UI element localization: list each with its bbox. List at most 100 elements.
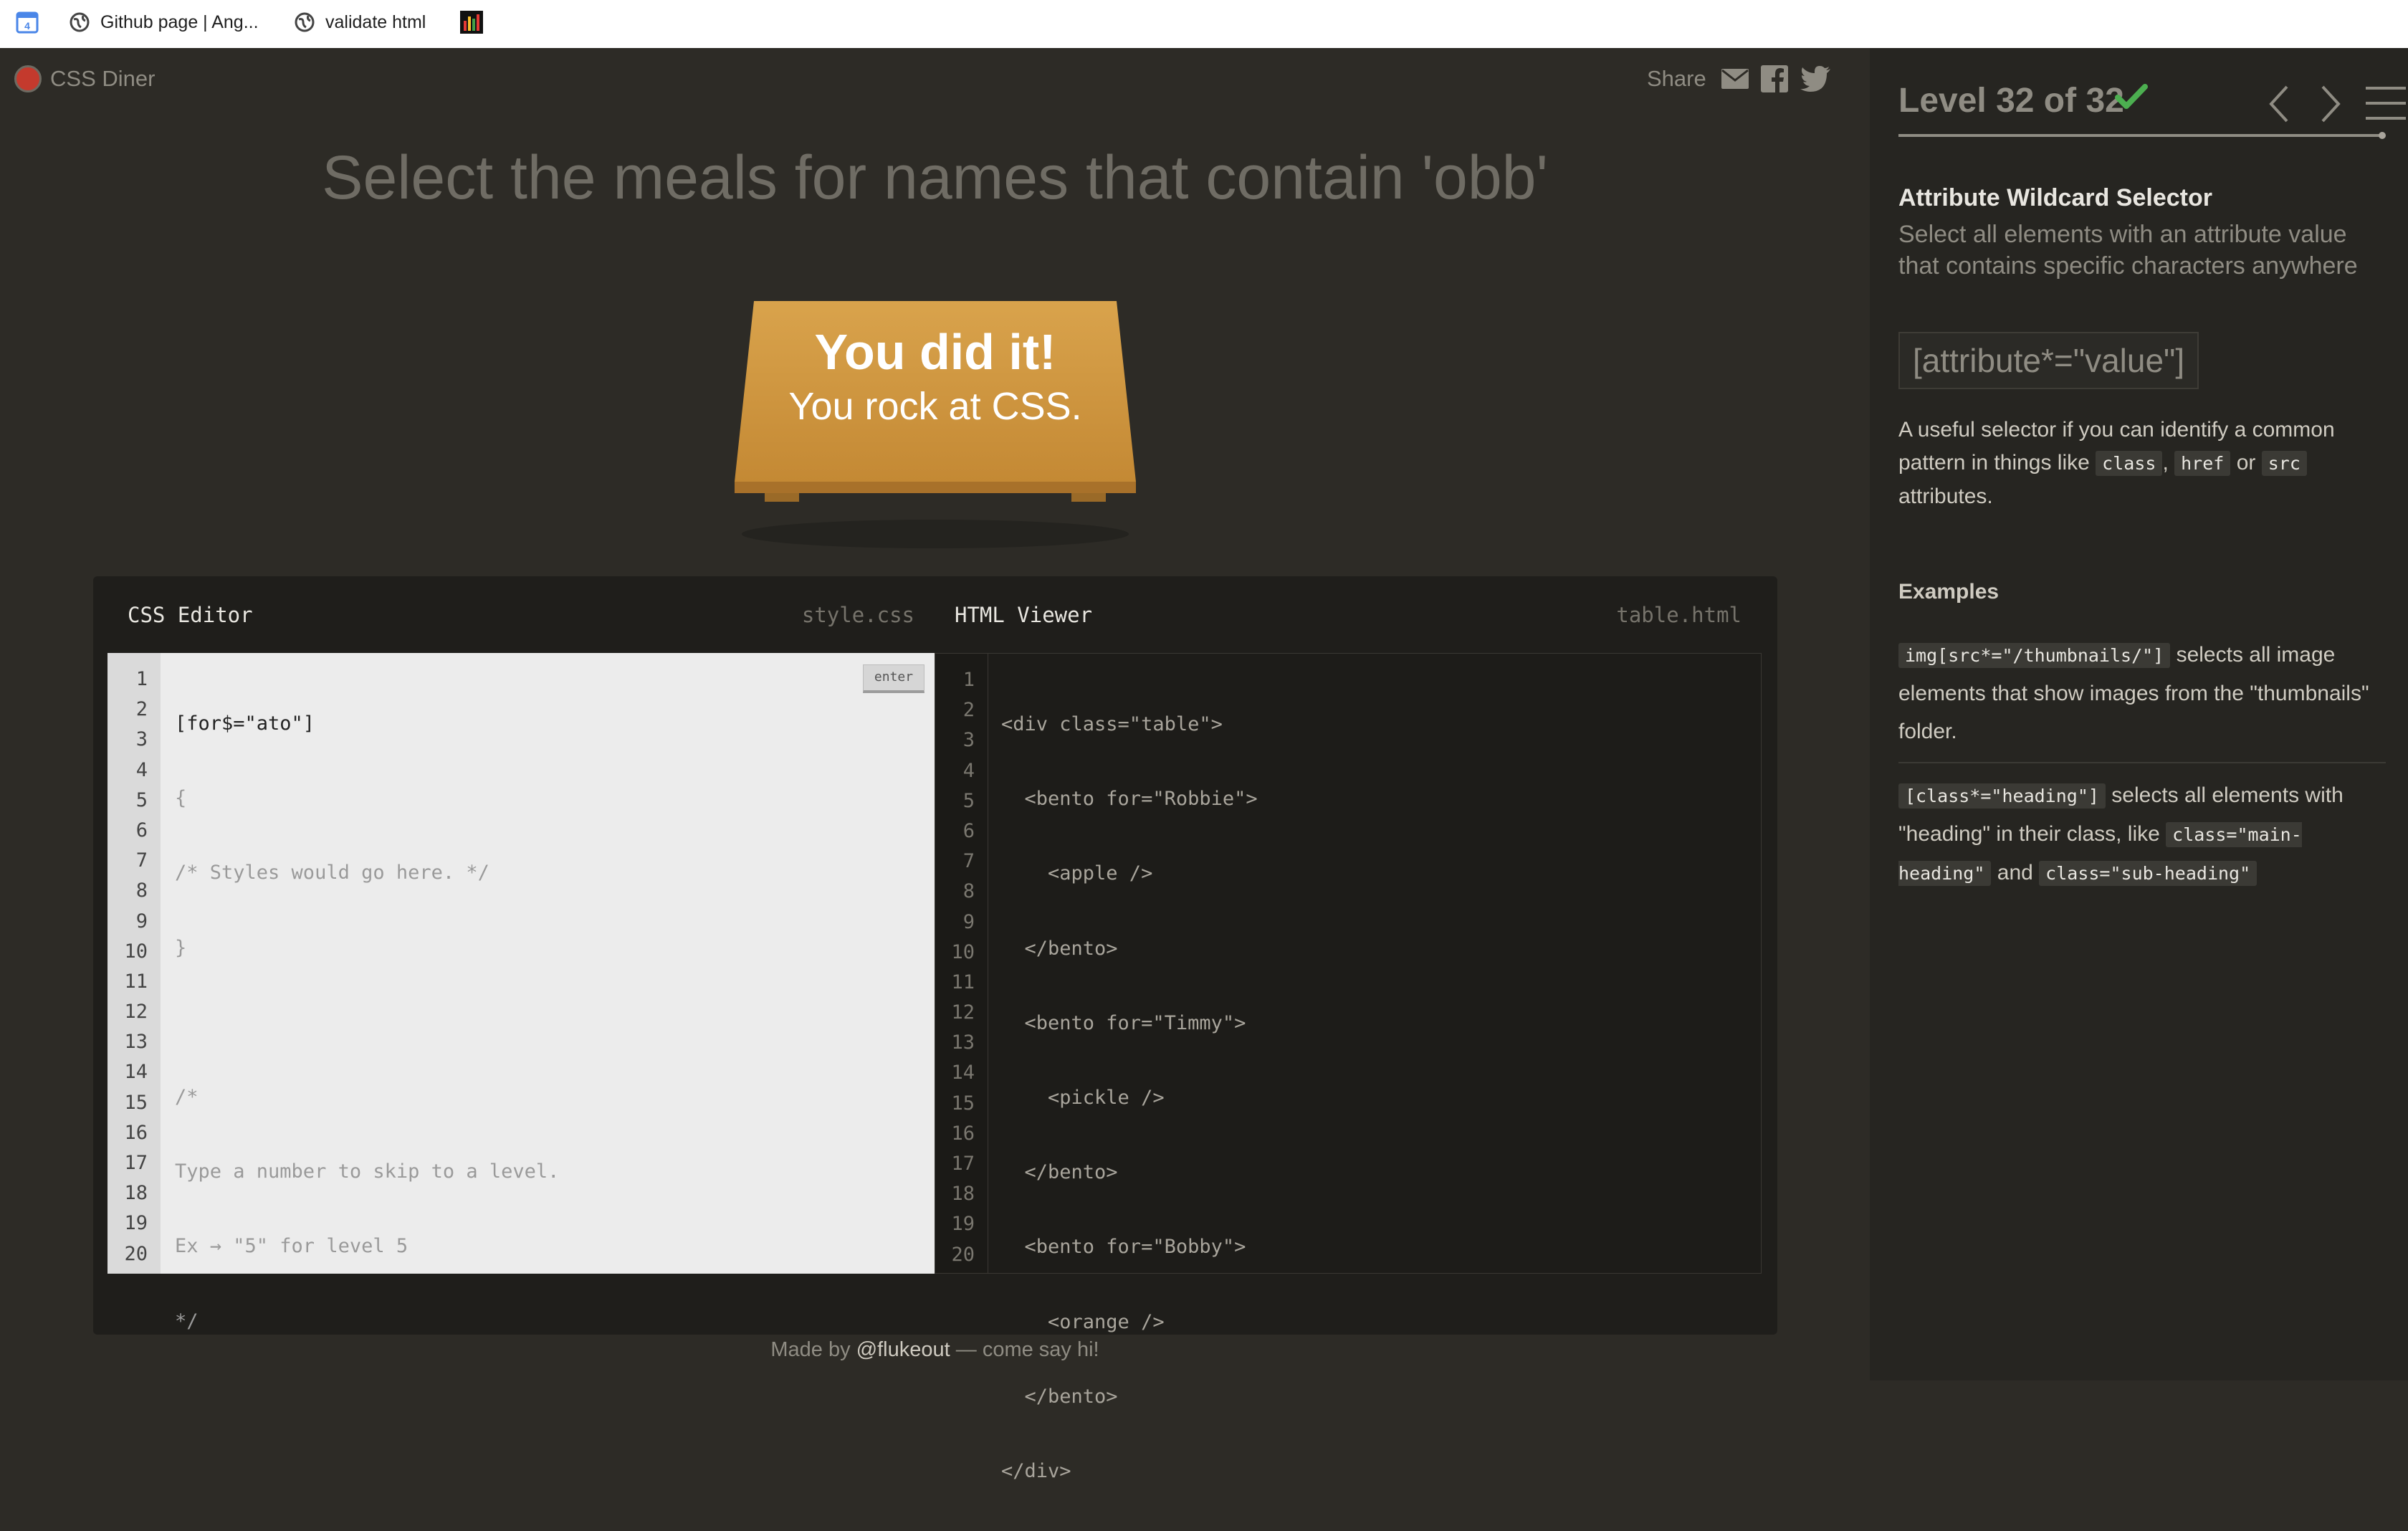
progress-fill: [1898, 134, 2382, 137]
line-number: 1: [135, 668, 148, 690]
hint-tag: class: [2096, 451, 2163, 476]
html-viewer-filename: table.html: [1616, 602, 1742, 627]
html-code-line[interactable]: </bento>: [1001, 1382, 1258, 1412]
html-code-line[interactable]: </div>: [1001, 1456, 1258, 1487]
line-number: 13: [124, 1031, 148, 1054]
footer: Made by @flukeout — come say hi!: [0, 1338, 1870, 1362]
line-number: 12: [951, 1001, 975, 1024]
example-divider: [1898, 762, 2386, 763]
logo-text: CSS Diner: [50, 66, 156, 91]
line-number: 6: [135, 819, 148, 841]
globe-icon: [295, 12, 315, 32]
line-number: 19: [951, 1213, 975, 1236]
css-code-line: {: [175, 787, 187, 810]
bookmark-github-page[interactable]: Github page | Ang...: [69, 0, 259, 44]
enter-button[interactable]: enter: [863, 664, 924, 693]
calendar-icon: 4: [16, 11, 39, 34]
line-number: 17: [124, 1152, 148, 1174]
selector-syntax: [attribute*="value"]: [1898, 332, 2199, 389]
selector-hint: A useful selector if you can identify a …: [1898, 414, 2386, 513]
level-progress-bar: [1898, 132, 2386, 139]
example-code: [class*="heading"]: [1898, 783, 2106, 809]
line-number: 2: [962, 699, 975, 722]
menu-icon[interactable]: [2366, 85, 2406, 121]
logo-dot-icon: [14, 65, 42, 92]
html-code-line[interactable]: <orange />: [1001, 1307, 1258, 1337]
example-and: and: [1997, 861, 2033, 884]
css-code-line: /*: [175, 1085, 199, 1108]
css-selector-input[interactable]: [for$="ato"]: [175, 709, 559, 739]
logo[interactable]: CSS Diner: [14, 65, 155, 92]
line-number: 20: [951, 1243, 975, 1266]
line-number: 8: [135, 879, 148, 902]
line-number: 1: [962, 669, 975, 691]
html-code-line[interactable]: </bento>: [1001, 934, 1258, 964]
bookmark-label: Github page | Ang...: [100, 11, 259, 32]
line-number: 18: [124, 1182, 148, 1205]
hint-tag: src: [2261, 451, 2307, 476]
css-code-line: [175, 1008, 559, 1038]
line-number: 12: [124, 1001, 148, 1024]
email-icon[interactable]: [1721, 68, 1749, 90]
line-number: 7: [135, 849, 148, 872]
css-editor-title: CSS Editor: [128, 602, 253, 627]
css-editor[interactable]: 1 2 3 4 5 6 7 8 9 10 11 12 13 14 15 16 1…: [108, 653, 935, 1332]
example-1: img[src*="/thumbnails/"] selects all ima…: [1898, 636, 2386, 750]
chevron-left-icon[interactable]: [2265, 84, 2294, 124]
share-label: Share: [1647, 66, 1706, 91]
example-2: [class*="heading"] selects all elements …: [1898, 776, 2386, 892]
game-area: CSS Diner Share Select the meals for nam…: [0, 48, 1870, 1482]
line-number: 4: [135, 758, 148, 781]
level-title: Level 32 of 32: [1898, 82, 2124, 120]
line-number: 4: [962, 759, 975, 782]
selector-name: Attribute Wildcard Selector: [1898, 184, 2212, 211]
line-number: 3: [962, 729, 975, 752]
line-number: 15: [124, 1091, 148, 1114]
line-number: 18: [951, 1183, 975, 1206]
hint-tag: href: [2174, 451, 2231, 476]
css-editor-header: CSS Editor style.css: [108, 576, 935, 653]
progress-marker: [2379, 132, 2386, 139]
line-number: 2: [135, 698, 148, 721]
line-number: 14: [124, 1061, 148, 1084]
example-code: img[src*="/thumbnails/"]: [1898, 643, 2171, 668]
html-code-line[interactable]: <bento for="Timmy">: [1001, 1008, 1258, 1039]
html-viewer: 1 2 3 4 5 6 7 8 9 10 11 12 13 14 15 16 1…: [935, 653, 1762, 1482]
footer-prefix: Made by: [770, 1338, 851, 1361]
line-number: 11: [124, 970, 148, 993]
html-code-line[interactable]: <div class="table">: [1001, 710, 1258, 740]
chevron-right-icon[interactable]: [2316, 84, 2344, 124]
hint-suffix: attributes.: [1898, 485, 1993, 508]
css-code-line: Ex → "5" for level 5: [175, 1235, 408, 1258]
html-code-line[interactable]: <pickle />: [1001, 1083, 1258, 1113]
html-code-line[interactable]: <bento for="Bobby">: [1001, 1232, 1258, 1262]
table-message-line2: You rock at CSS.: [788, 385, 1081, 428]
facebook-icon[interactable]: [1760, 65, 1788, 92]
bookmark-validate-html[interactable]: validate html: [294, 0, 426, 44]
level-instruction: Select the meals for names that contain …: [322, 143, 1548, 212]
twitter-icon[interactable]: [1800, 66, 1831, 92]
bookmark-chart[interactable]: [460, 0, 483, 44]
line-number: 19: [124, 1212, 148, 1235]
level-header: Level 32 of 32: [1898, 77, 2406, 127]
line-number: 5: [135, 788, 148, 811]
line-number: 8: [962, 880, 975, 903]
line-number: 13: [951, 1031, 975, 1054]
css-line-numbers: 1 2 3 4 5 6 7 8 9 10 11 12 13 14 15 16 1…: [108, 653, 161, 1274]
css-code-line: Type a number to skip to a level.: [175, 1160, 560, 1183]
footer-suffix: — come say hi!: [955, 1338, 1099, 1361]
line-number: 9: [962, 910, 975, 933]
bookmark-calendar[interactable]: 4: [16, 0, 39, 44]
line-number: 6: [962, 819, 975, 842]
footer-author-link[interactable]: @flukeout: [856, 1338, 950, 1361]
html-code-line[interactable]: </bento>: [1001, 1158, 1258, 1188]
globe-icon: [70, 12, 90, 32]
selector-description: Select all elements with an attribute va…: [1898, 221, 2358, 280]
html-code-line[interactable]: <apple />: [1001, 859, 1258, 889]
html-code-line[interactable]: <bento for="Robbie">: [1001, 784, 1258, 814]
line-number: 11: [951, 970, 975, 993]
bookmark-label: validate html: [325, 11, 426, 32]
line-number: 5: [962, 789, 975, 812]
examples-heading: Examples: [1898, 580, 2000, 604]
line-number: 15: [951, 1092, 975, 1115]
